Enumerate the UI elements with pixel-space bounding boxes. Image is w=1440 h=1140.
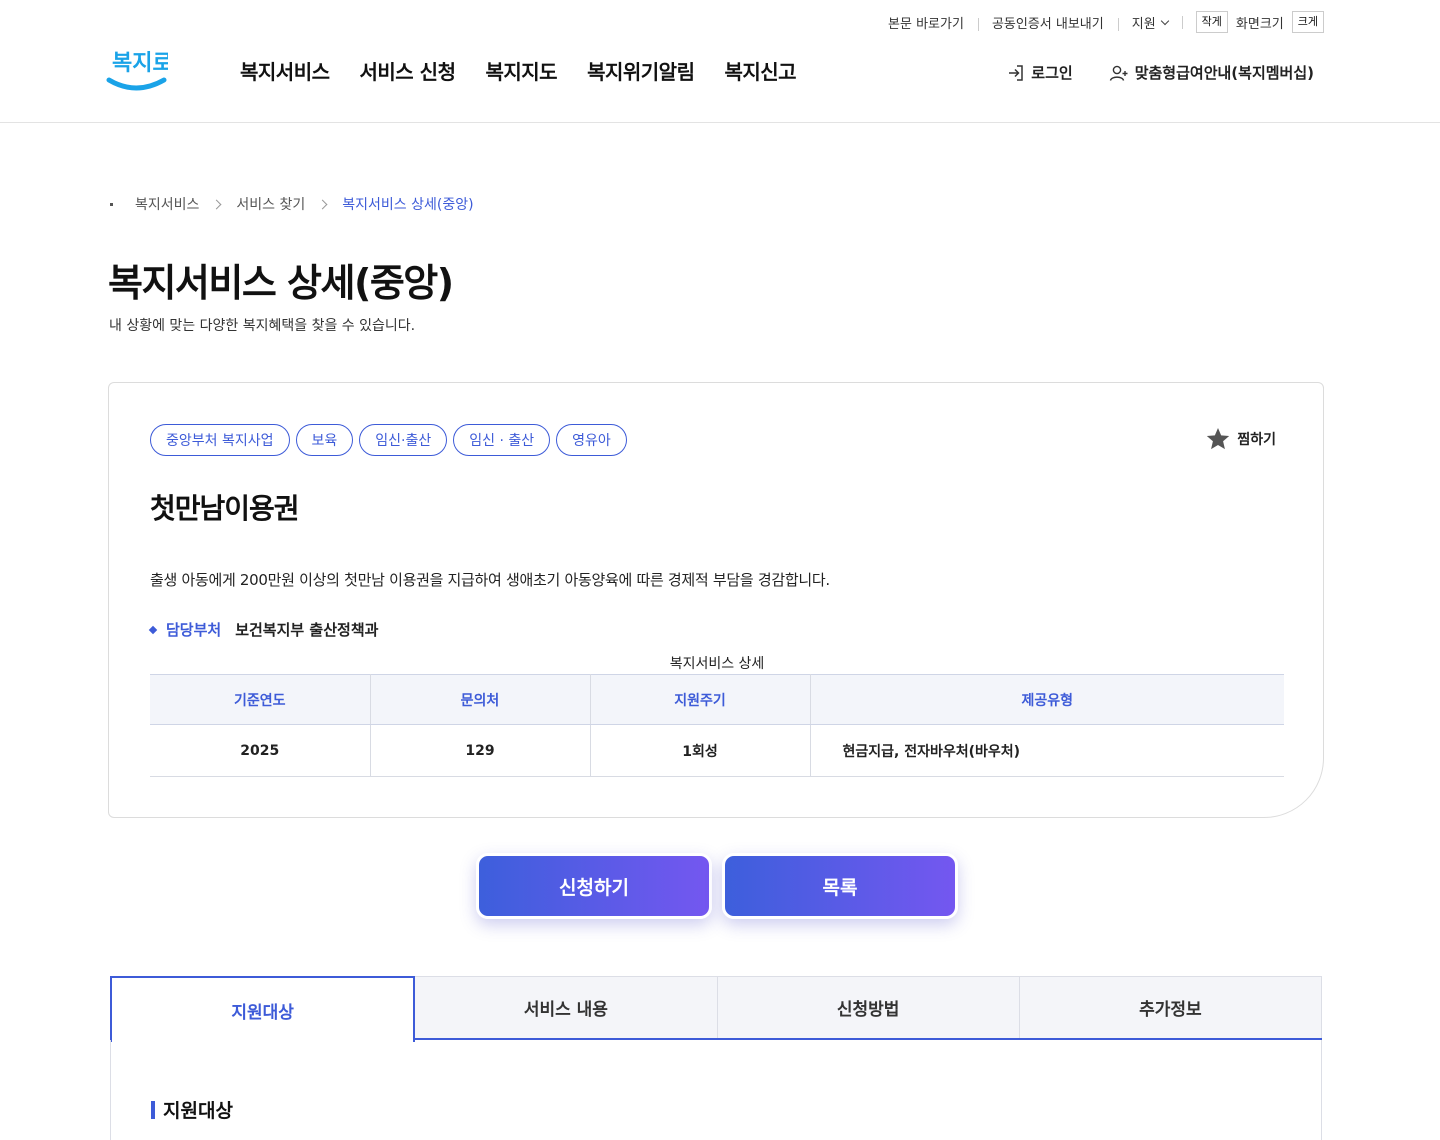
section-title-bar xyxy=(151,1100,155,1119)
login-icon xyxy=(1009,64,1024,81)
star-icon xyxy=(1207,427,1230,450)
td-provision-type: 현금지급, 전자바우처(바우처) xyxy=(810,724,1284,777)
diamond-bullet-icon xyxy=(148,625,158,634)
tag-pregnancy-birth-2[interactable]: 임신 · 출산 xyxy=(453,424,551,456)
user-add-icon xyxy=(1109,65,1128,81)
zoom-controls: 작게 화면크기 크게 xyxy=(1181,11,1324,33)
responsible-department: 담당부처 보건복지부 출산정책과 xyxy=(148,619,379,640)
th-contact: 문의처 xyxy=(370,674,591,725)
bokjiro-logo-icon: 복지로 xyxy=(106,51,173,91)
tab-how-to-apply[interactable]: 신청방법 xyxy=(717,976,1020,1038)
th-base-year: 기준연도 xyxy=(150,674,371,725)
logo-text: 복지로 xyxy=(112,51,168,76)
list-button[interactable]: 목록 xyxy=(722,853,958,919)
tab-service-content[interactable]: 서비스 내용 xyxy=(415,976,718,1038)
support-label: 지원 xyxy=(1131,16,1156,32)
breadcrumb-item-current: 복지서비스 상세(중앙) xyxy=(342,197,474,213)
utility-bar: 본문 바로가기 공동인증서 내보내기 지원 작게 화면크기 크게 xyxy=(874,10,1324,34)
gnb-service-apply[interactable]: 서비스 신청 xyxy=(360,56,456,85)
gnb-welfare-report[interactable]: 복지신고 xyxy=(724,56,796,85)
cert-export-link[interactable]: 공동인증서 내보내기 xyxy=(977,13,1118,32)
table-caption: 복지서비스 상세 xyxy=(669,656,765,672)
chevron-down-icon xyxy=(1160,16,1169,25)
service-description: 출생 아동에게 200만원 이상의 첫만남 이용권을 지급하여 생애초기 아동양… xyxy=(150,571,830,589)
tab-content-panel: 지원대상 xyxy=(110,1040,1322,1140)
section-title-text: 지원대상 xyxy=(163,1100,233,1122)
dept-label: 담당부처 xyxy=(166,621,222,639)
gnb-crisis-alert[interactable]: 복지위기알림 xyxy=(587,56,695,85)
apply-button[interactable]: 신청하기 xyxy=(476,853,712,919)
breadcrumb-bullet-icon xyxy=(110,202,113,206)
tag-infant[interactable]: 영유아 xyxy=(556,424,627,456)
page-title: 복지서비스 상세(중앙) xyxy=(108,261,454,305)
dept-value: 보건복지부 출산정책과 xyxy=(235,621,379,639)
tag-pregnancy-birth[interactable]: 임신·출산 xyxy=(359,424,448,456)
section-title: 지원대상 xyxy=(151,1096,233,1123)
tab-eligibility[interactable]: 지원대상 xyxy=(110,976,416,1042)
td-base-year: 2025 xyxy=(150,724,371,777)
favorite-label: 찜하기 xyxy=(1237,432,1276,448)
chevron-right-icon xyxy=(211,199,222,209)
chevron-right-icon xyxy=(317,199,328,209)
header-user-menu: 로그인 맞춤형급여안내(복지멤버십) xyxy=(1007,62,1314,83)
zoom-label: 화면크기 xyxy=(1235,16,1284,32)
table-row: 2025 129 1회성 현금지급, 전자바우처(바우처) xyxy=(150,724,1284,777)
membership-link[interactable]: 맞춤형급여안내(복지멤버십) xyxy=(1109,62,1314,83)
th-support-cycle: 지원주기 xyxy=(590,674,811,725)
service-tags: 중앙부처 복지사업 보육 임신·출산 임신 · 출산 영유아 xyxy=(150,424,627,456)
site-logo[interactable]: 복지로 xyxy=(106,40,173,94)
breadcrumb-item-service-search[interactable]: 서비스 찾기 xyxy=(236,194,305,214)
zoom-in-button[interactable]: 크게 xyxy=(1291,11,1324,33)
service-card: 중앙부처 복지사업 보육 임신·출산 임신 · 출산 영유아 찜하기 첫만남이용… xyxy=(108,382,1324,818)
breadcrumb: 복지서비스 서비스 찾기 복지서비스 상세(중앙) xyxy=(110,194,474,214)
gnb-welfare-map[interactable]: 복지지도 xyxy=(485,56,557,85)
support-dropdown[interactable]: 지원 xyxy=(1117,13,1182,32)
td-support-cycle: 1회성 xyxy=(590,724,811,777)
table-header-row: 기준연도 문의처 지원주기 제공유형 xyxy=(150,674,1284,725)
favorite-button[interactable]: 찜하기 xyxy=(1205,426,1276,452)
skip-to-content-link[interactable]: 본문 바로가기 xyxy=(874,13,978,32)
tab-additional-info[interactable]: 추가정보 xyxy=(1019,976,1322,1038)
breadcrumb-item-welfare-service[interactable]: 복지서비스 xyxy=(135,194,199,214)
gnb-welfare-service[interactable]: 복지서비스 xyxy=(240,56,330,85)
action-buttons: 신청하기 목록 xyxy=(476,853,958,919)
page-description: 내 상황에 맞는 다양한 복지혜택을 찾을 수 있습니다. xyxy=(109,318,416,334)
td-contact: 129 xyxy=(370,724,591,777)
service-detail-table: 기준연도 문의처 지원주기 제공유형 2025 129 1회성 현금지급, 전자… xyxy=(150,674,1284,777)
membership-label: 맞춤형급여안내(복지멤버십) xyxy=(1134,64,1314,82)
service-name: 첫만남이용권 xyxy=(150,492,300,525)
global-nav: 복지서비스 서비스 신청 복지지도 복지위기알림 복지신고 xyxy=(240,56,797,85)
th-provision-type: 제공유형 xyxy=(810,674,1284,725)
login-link[interactable]: 로그인 xyxy=(1007,62,1073,83)
detail-tabs: 지원대상 서비스 내용 신청방법 추가정보 xyxy=(110,976,1322,1042)
tag-childcare[interactable]: 보육 xyxy=(295,424,354,456)
tag-central-ministry[interactable]: 중앙부처 복지사업 xyxy=(150,424,290,456)
login-label: 로그인 xyxy=(1031,64,1073,82)
zoom-out-button[interactable]: 작게 xyxy=(1195,11,1228,33)
